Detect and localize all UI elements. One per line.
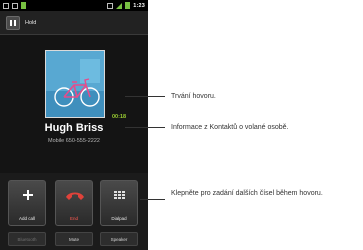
bicycle-photo-icon <box>46 51 104 117</box>
plus-icon <box>23 190 33 200</box>
gps-icon <box>107 2 114 9</box>
speaker-button[interactable]: Speaker <box>100 232 138 246</box>
signal-icon <box>116 2 123 9</box>
dialpad-label: Dialpad <box>111 216 127 221</box>
hold-label: Hold <box>25 19 37 26</box>
end-call-label: End <box>69 216 78 221</box>
notification-icon <box>3 2 9 9</box>
contact-photo <box>45 50 105 118</box>
callout-leader-dialpad <box>140 199 165 200</box>
contact-number: Mobile 650-555-2222 <box>48 138 100 144</box>
contact-area: 00:18 Hugh Briss Mobile 650-555-2222 <box>0 35 148 173</box>
callout-contact-info: Informace z Kontaktů o volané osobě. <box>171 124 289 131</box>
screenshot-icon <box>12 2 18 9</box>
add-call-label: Add call <box>18 216 35 221</box>
dialpad-button[interactable]: Dialpad <box>100 180 138 226</box>
in-call-actions: Add call End Dialpad Bluetooth Mute Spea… <box>0 173 148 250</box>
phone-screen: 1:23 Hold 00:18 Hugh Briss Mobile 650-55… <box>0 0 148 250</box>
status-bar: 1:23 <box>0 0 148 11</box>
status-left-icons <box>3 2 26 9</box>
end-call-button[interactable]: End <box>55 180 93 226</box>
pause-icon <box>10 19 12 26</box>
callout-leader-duration <box>125 96 165 97</box>
battery-icon <box>125 2 131 9</box>
mute-button[interactable]: Mute <box>55 232 93 246</box>
contact-name: Hugh Briss <box>44 122 104 134</box>
callout-dialpad-hint: Klepněte pro zadání dalších čísel během … <box>171 190 323 197</box>
call-in-progress-icon <box>21 2 26 9</box>
callout-duration: Trvání hovoru. <box>171 93 216 100</box>
status-right-icons: 1:23 <box>107 2 145 9</box>
bluetooth-button[interactable]: Bluetooth <box>8 232 46 246</box>
end-call-icon <box>66 192 84 200</box>
dialpad-icon <box>114 191 126 200</box>
callout-leader-contact <box>125 127 165 128</box>
hold-button[interactable] <box>6 15 20 30</box>
status-time: 1:23 <box>133 2 145 9</box>
pause-icon-bar <box>14 19 16 26</box>
call-timer: 00:18 <box>112 114 127 120</box>
hold-bar: Hold <box>0 11 148 35</box>
add-call-button[interactable]: Add call <box>8 180 46 226</box>
